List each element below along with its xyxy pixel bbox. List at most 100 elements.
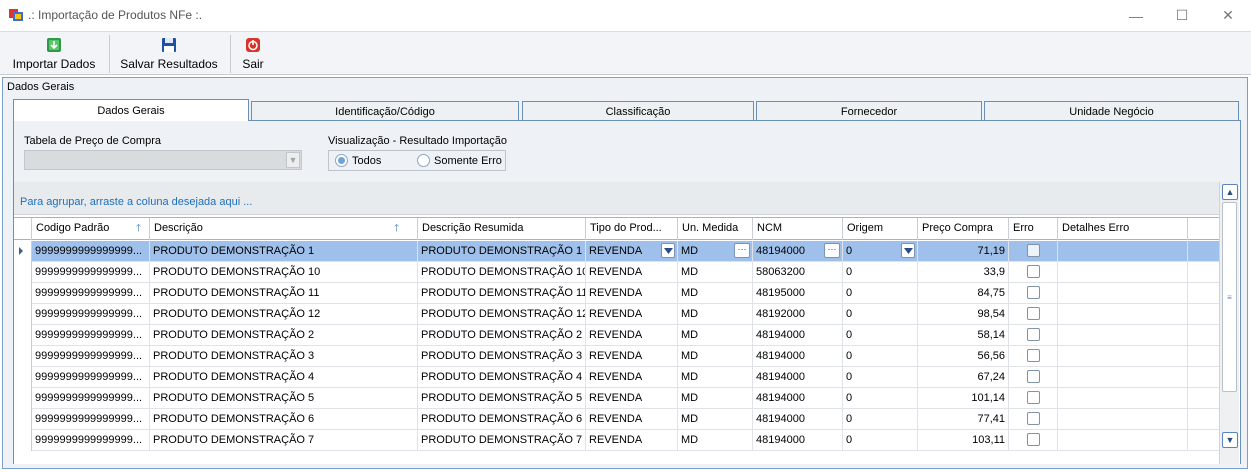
cell-codigo[interactable]: 9999999999999999... — [32, 262, 150, 282]
cell-tipo[interactable]: REVENDA — [586, 367, 678, 387]
cell-origem[interactable]: 0 — [843, 430, 918, 450]
cell-detalhes[interactable] — [1058, 346, 1188, 366]
cell-unidade[interactable]: MD — [678, 325, 753, 345]
table-row[interactable]: 9999999999999999... PRODUTO DEMONSTRAÇÃO … — [14, 430, 1219, 451]
cell-codigo[interactable]: 9999999999999999... — [32, 346, 150, 366]
row-indicator[interactable] — [14, 325, 32, 346]
cell-detalhes[interactable] — [1058, 409, 1188, 429]
tab-dados-gerais[interactable]: Dados Gerais — [13, 99, 249, 121]
cell-erro[interactable] — [1009, 262, 1058, 282]
cell-erro[interactable] — [1009, 430, 1058, 450]
cell-detalhes[interactable] — [1058, 388, 1188, 408]
cell-tipo[interactable]: REVENDA — [586, 346, 678, 366]
table-row[interactable]: 9999999999999999... PRODUTO DEMONSTRAÇÃO … — [14, 241, 1219, 262]
cell-ncm[interactable]: 48194000 ··· — [753, 241, 843, 261]
cell-origem[interactable]: 0 — [843, 304, 918, 324]
cell-ncm[interactable]: 48195000 — [753, 283, 843, 303]
dropdown-arrow-icon[interactable] — [901, 243, 915, 258]
import-button[interactable]: Importar Dados — [8, 34, 100, 74]
cell-detalhes[interactable] — [1058, 241, 1188, 261]
tab-classificacao[interactable]: Classificação — [522, 101, 754, 121]
products-grid[interactable]: Para agrupar, arraste a coluna desejada … — [14, 182, 1240, 464]
table-row[interactable]: 9999999999999999... PRODUTO DEMONSTRAÇÃO … — [14, 262, 1219, 283]
column-header-detalhes[interactable]: Detalhes Erro — [1058, 218, 1188, 240]
cell-tipo[interactable]: REVENDA — [586, 388, 678, 408]
cell-descricao[interactable]: PRODUTO DEMONSTRAÇÃO 11 — [150, 283, 418, 303]
table-row[interactable]: 9999999999999999... PRODUTO DEMONSTRAÇÃO … — [14, 367, 1219, 388]
cell-codigo[interactable]: 9999999999999999... — [32, 283, 150, 303]
row-indicator[interactable] — [14, 304, 32, 325]
cell-codigo[interactable]: 9999999999999999... — [32, 430, 150, 450]
cell-descricao-resumida[interactable]: PRODUTO DEMONSTRAÇÃO 1 — [418, 241, 586, 261]
error-checkbox[interactable] — [1027, 349, 1040, 362]
chevron-down-icon[interactable]: ▼ — [286, 152, 300, 168]
cell-descricao-resumida[interactable]: PRODUTO DEMONSTRAÇÃO 4 — [418, 367, 586, 387]
cell-descricao[interactable]: PRODUTO DEMONSTRAÇÃO 5 — [150, 388, 418, 408]
cell-tipo[interactable]: REVENDA — [586, 241, 678, 261]
row-indicator[interactable] — [14, 409, 32, 430]
row-indicator[interactable] — [14, 430, 32, 451]
price-table-combo[interactable]: ▼ — [24, 150, 302, 170]
table-row[interactable]: 9999999999999999... PRODUTO DEMONSTRAÇÃO … — [14, 325, 1219, 346]
row-indicator[interactable] — [14, 262, 32, 283]
cell-descricao[interactable]: PRODUTO DEMONSTRAÇÃO 4 — [150, 367, 418, 387]
dropdown-arrow-icon[interactable] — [661, 243, 675, 258]
cell-unidade[interactable]: MD — [678, 430, 753, 450]
cell-codigo[interactable]: 9999999999999999... — [32, 388, 150, 408]
cell-descricao-resumida[interactable]: PRODUTO DEMONSTRAÇÃO 10 — [418, 262, 586, 282]
cell-origem[interactable]: 0 — [843, 325, 918, 345]
cell-unidade[interactable]: MD — [678, 262, 753, 282]
error-checkbox[interactable] — [1027, 370, 1040, 383]
minimize-button[interactable]: — — [1113, 0, 1159, 31]
cell-origem[interactable]: 0 — [843, 388, 918, 408]
column-header-unidade[interactable]: Un. Medida — [678, 218, 753, 240]
cell-descricao[interactable]: PRODUTO DEMONSTRAÇÃO 12 — [150, 304, 418, 324]
scroll-thumb[interactable]: ≡ — [1222, 202, 1237, 392]
cell-ncm[interactable]: 48192000 — [753, 304, 843, 324]
cell-preco[interactable]: 56,56 — [918, 346, 1009, 366]
error-checkbox[interactable] — [1027, 286, 1040, 299]
cell-codigo[interactable]: 9999999999999999... — [32, 409, 150, 429]
cell-codigo[interactable]: 9999999999999999... — [32, 304, 150, 324]
cell-ncm[interactable]: 48194000 — [753, 367, 843, 387]
column-header-codigo[interactable]: Codigo Padrão 🡑 — [32, 218, 150, 240]
cell-preco[interactable]: 101,14 — [918, 388, 1009, 408]
cell-tipo[interactable]: REVENDA — [586, 283, 678, 303]
cell-detalhes[interactable] — [1058, 304, 1188, 324]
maximize-button[interactable]: ☐ — [1159, 0, 1205, 31]
cell-erro[interactable] — [1009, 241, 1058, 261]
cell-codigo[interactable]: 9999999999999999... — [32, 367, 150, 387]
cell-unidade[interactable]: MD — [678, 304, 753, 324]
cell-unidade[interactable]: MD — [678, 367, 753, 387]
cell-origem[interactable]: 0 — [843, 262, 918, 282]
vertical-scrollbar[interactable]: ▲ ≡ ▼ — [1219, 182, 1239, 464]
cell-detalhes[interactable] — [1058, 367, 1188, 387]
cell-descricao[interactable]: PRODUTO DEMONSTRAÇÃO 10 — [150, 262, 418, 282]
cell-erro[interactable] — [1009, 283, 1058, 303]
cell-detalhes[interactable] — [1058, 325, 1188, 345]
column-header-erro[interactable]: Erro — [1009, 218, 1058, 240]
table-row[interactable]: 9999999999999999... PRODUTO DEMONSTRAÇÃO … — [14, 283, 1219, 304]
cell-erro[interactable] — [1009, 325, 1058, 345]
row-indicator[interactable] — [14, 283, 32, 304]
cell-descricao[interactable]: PRODUTO DEMONSTRAÇÃO 6 — [150, 409, 418, 429]
cell-preco[interactable]: 77,41 — [918, 409, 1009, 429]
error-checkbox[interactable] — [1027, 433, 1040, 446]
cell-preco[interactable]: 71,19 — [918, 241, 1009, 261]
error-checkbox[interactable] — [1027, 307, 1040, 320]
cell-origem[interactable]: 0 — [843, 283, 918, 303]
table-row[interactable]: 9999999999999999... PRODUTO DEMONSTRAÇÃO … — [14, 346, 1219, 367]
cell-tipo[interactable]: REVENDA — [586, 430, 678, 450]
cell-descricao-resumida[interactable]: PRODUTO DEMONSTRAÇÃO 11 — [418, 283, 586, 303]
cell-unidade[interactable]: MD — [678, 346, 753, 366]
cell-ncm[interactable]: 48194000 — [753, 409, 843, 429]
cell-ncm[interactable]: 48194000 — [753, 388, 843, 408]
cell-ncm[interactable]: 48194000 — [753, 430, 843, 450]
save-button[interactable]: Salvar Resultados — [116, 34, 222, 74]
cell-descricao-resumida[interactable]: PRODUTO DEMONSTRAÇÃO 2 — [418, 325, 586, 345]
cell-erro[interactable] — [1009, 346, 1058, 366]
cell-descricao-resumida[interactable]: PRODUTO DEMONSTRAÇÃO 5 — [418, 388, 586, 408]
cell-preco[interactable]: 84,75 — [918, 283, 1009, 303]
row-indicator[interactable] — [14, 367, 32, 388]
tab-fornecedor[interactable]: Fornecedor — [756, 101, 982, 121]
